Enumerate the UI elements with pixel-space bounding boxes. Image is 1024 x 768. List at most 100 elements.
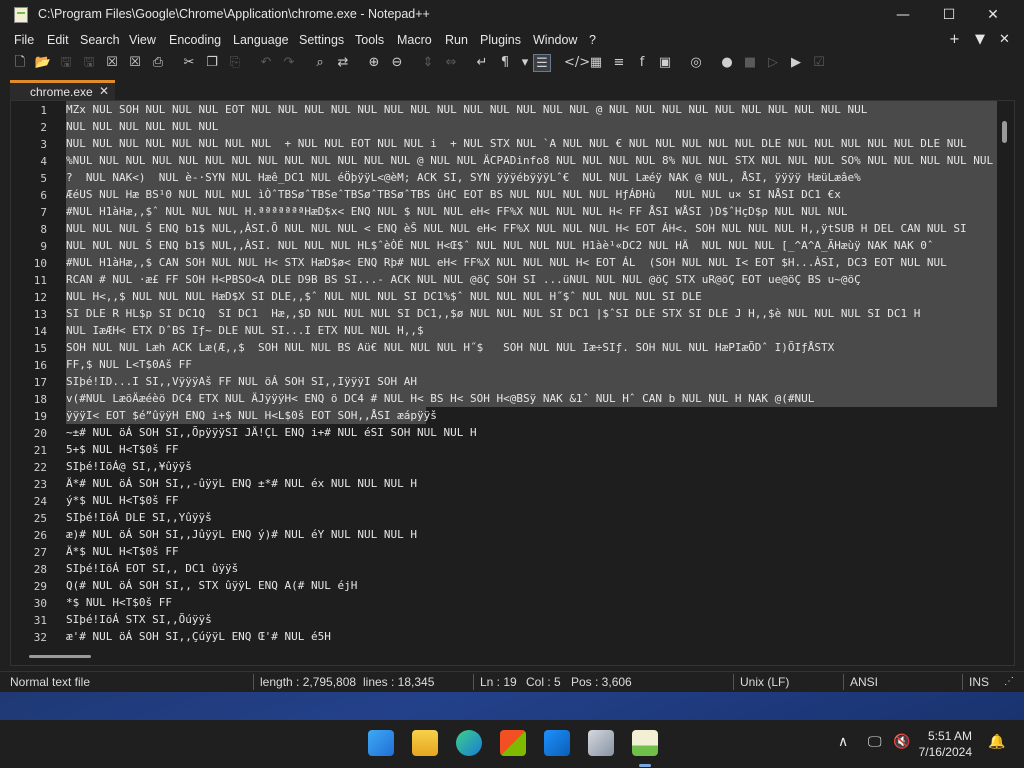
vertical-scroll-thumb[interactable] [1002,121,1007,143]
save-icon[interactable]: 🖫 [57,54,75,72]
code-line[interactable]: Ä*# NUL öÁ SOH SI,,-ûÿÿL ENQ ±*# NUL éx … [66,475,417,492]
code-line[interactable]: SOH NUL NUL Læh ACK Læ(Æ,,$ SOH NUL NUL … [66,339,834,356]
menu-file[interactable]: File [14,33,34,47]
code-line[interactable]: #NUL H1àHæ,,$ˆ NUL NUL NUL H.ªªªªªªªHæD$… [66,203,847,220]
outlook-icon[interactable] [544,730,570,756]
file-explorer-icon[interactable] [412,730,438,756]
close-window-button[interactable]: ✕ [970,0,1016,30]
code-line[interactable]: NUL IæÆH< ETX DˆBS Iƒ~ DLE NUL SI...I ET… [66,322,424,339]
monitoring-icon[interactable]: ◎ [687,54,705,72]
code-line[interactable]: FF,$ NUL L<T$0Aš FF [66,356,192,373]
status-eol[interactable]: Unix (LF) [740,675,789,689]
code-line[interactable]: ÿÿÿI< EOT $é”ûÿÿH ENQ i+$ NUL H<L$0š EOT… [66,407,437,424]
record-macro-icon[interactable]: ● [718,54,736,72]
tab-chrome-exe[interactable]: chrome.exe ✕ [10,80,115,100]
windows-start-icon[interactable] [368,730,394,756]
title-bar[interactable]: C:\Program Files\Google\Chrome\Applicati… [0,0,1024,30]
replace-icon[interactable]: ⇄ [334,54,352,72]
function-icon[interactable]: f [633,54,651,72]
menu-run[interactable]: Run [445,33,468,47]
code-line[interactable]: #NUL H1àHæ,,$ CAN SOH NUL NUL H< STX HæD… [66,254,947,271]
menu-view[interactable]: View [129,33,156,47]
save-all-icon[interactable]: 🖫 [80,54,98,72]
stop-macro-icon[interactable]: ■ [741,54,759,72]
horizontal-scroll-thumb[interactable] [29,655,91,658]
tab-close-icon[interactable]: ✕ [99,84,109,98]
code-line[interactable]: ? NUL NAK<) NUL è-·SYN NUL Hæê_DC1 NUL é… [66,169,861,186]
code-line[interactable]: NUL NUL NUL NUL NUL NUL NUL NUL + NUL NU… [66,135,967,152]
code-line[interactable]: SIþé!IöÁ EOT SI,, DC1 ûÿÿš [66,560,238,577]
show-all-chars-icon[interactable]: ¶ [496,54,514,72]
print-icon[interactable]: ⎙ [149,54,167,72]
menu-edit[interactable]: Edit [47,33,69,47]
status-insert-mode[interactable]: INS [969,675,989,689]
menu-tools[interactable]: Tools [355,33,384,47]
show-chars-dropdown-icon[interactable]: ▾ [516,54,534,72]
code-line[interactable]: 5+$ NUL H<T$0š FF [66,441,179,458]
menu-search[interactable]: Search [80,33,120,47]
paste-icon[interactable]: ⎘ [226,54,244,72]
snipping-tool-icon[interactable] [588,730,614,756]
code-line[interactable]: ý*$ NUL H<T$0š FF [66,492,179,509]
code-line[interactable]: NUL NUL NUL Š ENQ b1$ NUL,,ÀSI.Õ NUL NUL… [66,220,967,237]
menu-plugins[interactable]: Plugins [480,33,521,47]
save-macro-icon[interactable]: ☑ [810,54,828,72]
code-line[interactable]: SIþé!IöÁ@ SI,,¥ûÿÿš [66,458,192,475]
cut-icon[interactable]: ✂ [180,54,198,72]
new-file-icon[interactable]: 🗋 [11,54,29,72]
menu-encoding[interactable]: Encoding [169,33,221,47]
sync-vertical-icon[interactable]: ⇕ [419,54,437,72]
edge-browser-icon[interactable] [456,730,482,756]
zoom-out-icon[interactable]: ⊖ [388,54,406,72]
menu-language[interactable]: Language [233,33,289,47]
code-line[interactable]: Ä*$ NUL H<T$0š FF [66,543,179,560]
code-line[interactable]: *$ NUL H<T$0š FF [66,594,172,611]
code-line[interactable]: æ)# NUL öÁ SOH SI,,JûÿÿL ENQ ý)# NUL éY … [66,526,417,543]
undo-icon[interactable]: ↶ [257,54,275,72]
status-encoding[interactable]: ANSI [850,675,878,689]
open-file-icon[interactable]: 📂 [34,54,52,72]
code-line[interactable]: æ'# NUL öÁ SOH SI,,ÇúÿÿL ENQ Œ'# NUL é5H [66,628,331,645]
network-icon[interactable]: 🖵 [868,734,882,750]
volume-muted-icon[interactable]: 🔇 [893,734,910,750]
menu-help[interactable]: ? [589,33,596,47]
code-line[interactable]: NUL NUL NUL NUL NUL NUL [66,118,218,135]
code-line[interactable]: %NUL NUL NUL NUL NUL NUL NUL NUL NUL NUL… [66,152,993,169]
find-icon[interactable]: ⌕ [311,54,329,72]
new-tab-plus-icon[interactable]: + [949,32,960,47]
code-line[interactable]: SIþé!IöÁ DLE SI,,Yûÿÿš [66,509,212,526]
code-line[interactable]: SI DLE R HL$p SI DC1Q SI DC1 Hæ,,$D NUL … [66,305,920,322]
text-area[interactable]: MZx NUL SOH NUL NUL NUL EOT NUL NUL NUL … [66,101,997,649]
code-line[interactable]: NUL NUL NUL Š ENQ b1$ NUL,,ÀSI. NUL NUL … [66,237,934,254]
notepad-plus-plus-icon[interactable] [632,730,658,756]
word-wrap-icon[interactable]: ↵ [473,54,491,72]
menu-window[interactable]: Window [533,33,577,47]
code-line[interactable]: MZx NUL SOH NUL NUL NUL EOT NUL NUL NUL … [66,101,867,118]
close-document-icon[interactable]: ✕ [999,32,1010,47]
maximize-button[interactable]: ☐ [926,0,972,30]
code-line[interactable]: SIþé!IöÁ STX SI,,Õúÿÿš [66,611,212,628]
play-macro-icon[interactable]: ▷ [764,54,782,72]
menu-macro[interactable]: Macro [397,33,432,47]
copy-icon[interactable]: ❐ [203,54,221,72]
tray-chevron-icon[interactable]: ∧ [838,734,848,750]
minimize-button[interactable]: — [880,0,926,30]
folder-workspace-icon[interactable]: ▣ [656,54,674,72]
vertical-scrollbar[interactable] [997,101,1014,649]
run-macro-icon[interactable]: ▶ [787,54,805,72]
code-line[interactable]: NUL H<,,$ NUL NUL NUL HæD$X SI DLE,,$ˆ N… [66,288,702,305]
code-line[interactable]: Q(# NUL öÁ SOH SI,, STX ûÿÿL ENQ A(# NUL… [66,577,357,594]
indent-guide-icon[interactable]: ☰ [533,54,551,72]
microsoft-store-icon[interactable] [500,730,526,756]
code-line[interactable]: ÆéUS NUL Hæ BS¹0 NUL NUL NUL ìÒˆTBSøˆTBS… [66,186,841,203]
xml-tag-icon[interactable]: </> [564,54,590,72]
tab-list-dropdown-icon[interactable]: ▼ [975,32,985,47]
editor[interactable]: 1 2 3 4 5 6 7 8 9 10 11 12 13 14 15 16 17 18 19 20 21 22 23 24 2… [10,100,1015,666]
code-line[interactable]: ~±# NUL öÁ SOH SI,,ÕpÿÿÿSI JÄ!ÇL ENQ i+#… [66,424,477,441]
zoom-in-icon[interactable]: ⊕ [365,54,383,72]
menu-settings[interactable]: Settings [299,33,344,47]
notification-bell-icon[interactable]: 🔔 [988,734,1005,750]
function-list-icon[interactable]: ≡ [610,54,628,72]
clock[interactable]: 5:51 AM 7/16/2024 [912,728,972,760]
horizontal-scrollbar[interactable] [11,649,997,665]
